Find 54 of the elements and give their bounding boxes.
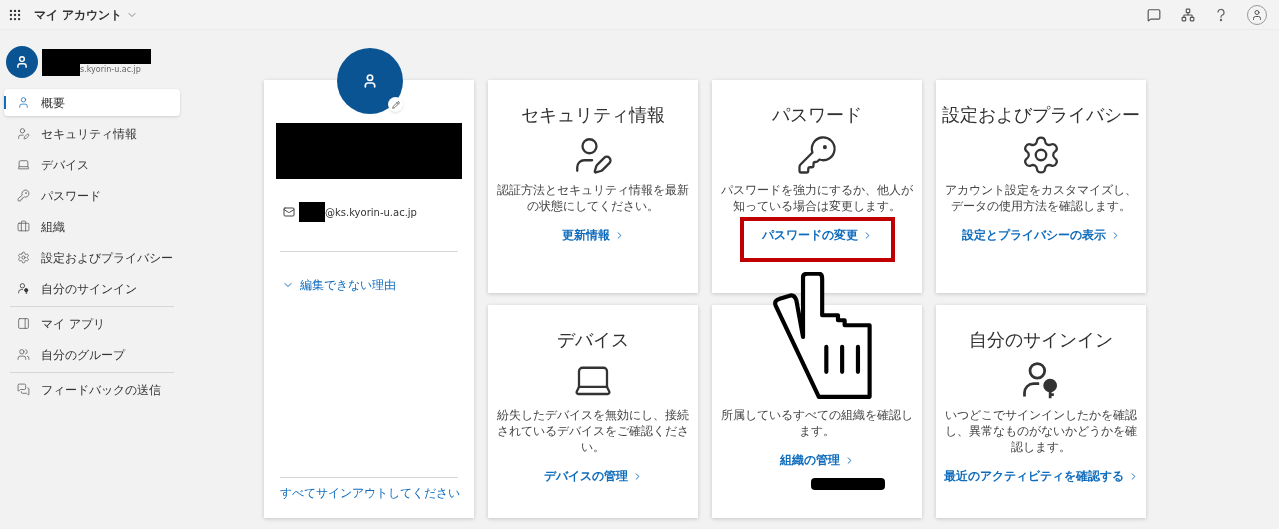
- card-title: パスワード: [772, 102, 862, 127]
- feedback-icon[interactable]: [1147, 7, 1161, 22]
- sidebar-item[interactable]: 自分のグループ: [4, 341, 180, 368]
- sidebar-item[interactable]: フィードバックの送信: [4, 376, 180, 403]
- help-icon[interactable]: [1215, 7, 1227, 22]
- briefcase-icon: [16, 220, 30, 233]
- user-icon: [16, 96, 30, 109]
- sidebar-item[interactable]: 設定およびプライバシー: [4, 244, 180, 271]
- card-description: アカウント設定をカスタマイズし、データの使用方法を確認します。: [944, 182, 1138, 214]
- app-title[interactable]: マイ アカウント: [34, 5, 123, 24]
- card-description: 所属しているすべての組織を確認します。: [720, 407, 914, 439]
- user-icon: [15, 55, 29, 69]
- card-link[interactable]: 最近のアクティビティを確認する: [943, 467, 1139, 485]
- settings-icon: [16, 251, 30, 264]
- user-icon: [1251, 8, 1263, 21]
- card-link[interactable]: パスワードの変更: [761, 226, 873, 244]
- laptop-icon: [16, 158, 30, 171]
- card-link[interactable]: 設定とプライバシーの表示: [961, 226, 1121, 244]
- sidebar-item[interactable]: パスワード: [4, 182, 180, 209]
- card-title: 設定およびプライバシー: [942, 102, 1140, 127]
- chat-bubbles-icon: [16, 383, 30, 396]
- sidebar-item[interactable]: 組織: [4, 213, 180, 240]
- card-link[interactable]: 更新情報: [561, 226, 625, 244]
- card-title: セキュリティ情報: [521, 102, 665, 127]
- expander[interactable]: 編集できない理由: [276, 276, 462, 294]
- key-icon: [16, 189, 30, 202]
- card-link[interactable]: 組織の管理: [779, 451, 855, 469]
- key-icon: [796, 134, 838, 176]
- card-description: 紛失したデバイスを無効にし、接続されているデバイスをご確認ください。: [496, 407, 690, 455]
- card-description: パスワードを強力にするか、他人が知っている場合は変更します。: [720, 182, 914, 214]
- app-launcher-icon[interactable]: [8, 7, 22, 22]
- sidebar-item[interactable]: 概要: [4, 89, 180, 116]
- sidebar-item[interactable]: マイ アプリ: [4, 310, 180, 337]
- mail-icon: [283, 206, 295, 218]
- card-description: いつどこでサインインしたかを確認し、異常なものがないかどうかを確認します。: [944, 407, 1138, 455]
- edit-photo-button[interactable]: [388, 97, 403, 112]
- sidebar-item[interactable]: デバイス: [4, 151, 180, 178]
- sidebar-item[interactable]: セキュリティ情報: [4, 120, 180, 147]
- email-address: @ks.kyorin-u.ac.jp: [325, 205, 417, 220]
- user-key-icon: [16, 282, 30, 295]
- card-description: 認証方法とセキュリティ情報を最新の状態にしてください。: [496, 182, 690, 214]
- people-icon: [16, 348, 30, 361]
- card-title: デバイス: [557, 327, 629, 352]
- pencil-icon: [391, 100, 400, 109]
- sidebar-item[interactable]: 自分のサインイン: [4, 275, 180, 302]
- card-title: 自分のサインイン: [969, 327, 1113, 352]
- account-email: s.kyorin-u.ac.jp: [80, 63, 141, 76]
- user-icon: [362, 73, 378, 89]
- app-panel-icon: [16, 317, 30, 330]
- redacted-block: [299, 202, 325, 222]
- card-link[interactable]: デバイスの管理: [543, 467, 643, 485]
- user-pen-icon: [16, 127, 30, 140]
- organization-icon[interactable]: [1181, 7, 1195, 22]
- sign-out-link[interactable]: すべてサインアウトしてください: [276, 484, 462, 502]
